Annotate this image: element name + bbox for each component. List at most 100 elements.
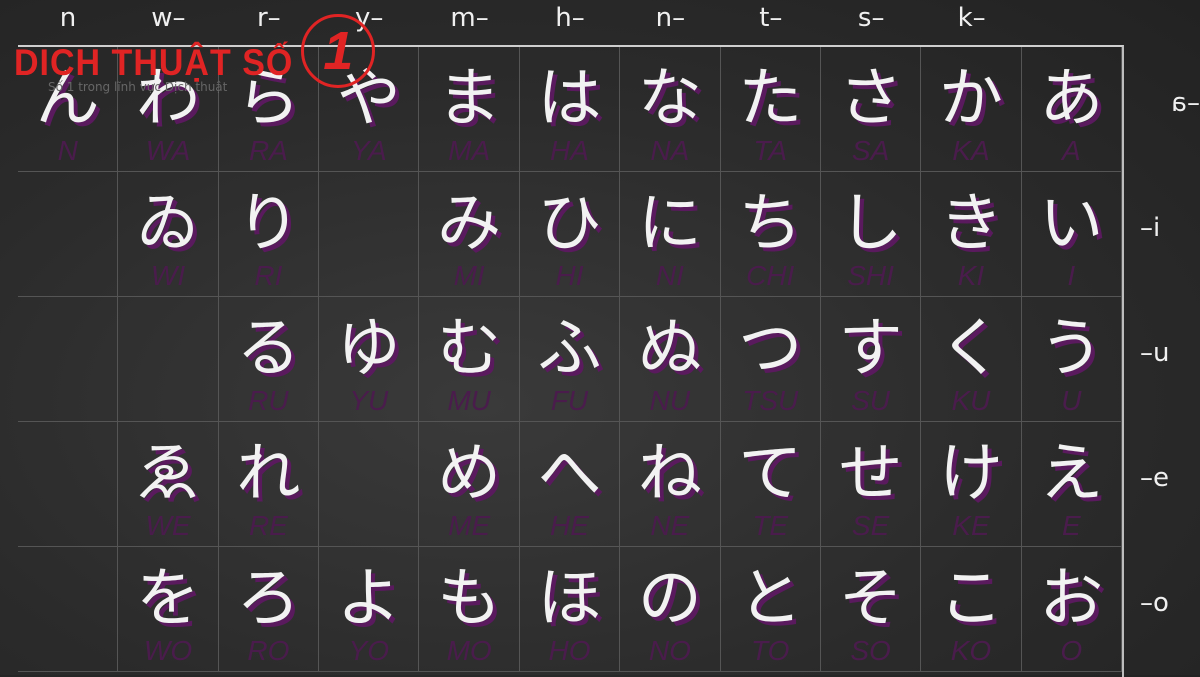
romaji-label: SHI: [847, 260, 894, 291]
column-header: n–: [655, 3, 686, 33]
kana-character: あ: [1039, 62, 1104, 136]
kana-character: を: [136, 562, 201, 636]
kana-cell: ゐ WI: [118, 172, 219, 297]
kana-character: よ: [336, 562, 401, 636]
kana-character: え: [1039, 437, 1104, 511]
romaji-label: CHI: [746, 260, 795, 291]
kana-cell: おO: [1021, 547, 1122, 672]
kana-cell: け KE: [921, 422, 1022, 547]
kana-cell: ろ RO: [218, 547, 320, 672]
romaji-label: NI: [655, 260, 684, 291]
kana-cell: り RI: [218, 172, 320, 297]
hiragana-table: ん N わ WA ら RA や YA ま MA は HA な NA た TA さ SA か KA あ A ゐ WI り RI み MI…: [18, 45, 1124, 677]
kana-cell: よ YO: [319, 547, 420, 672]
logo-number: 1: [301, 14, 376, 88]
kana-character: ゐ: [136, 187, 201, 261]
column-header: k–: [957, 3, 986, 33]
kana-cell: ゑ WE: [118, 422, 219, 547]
kana-character: そ: [838, 562, 903, 636]
romaji-label: WA: [145, 135, 191, 166]
kana-cell: を WO: [118, 547, 219, 672]
romaji-label: TSU: [742, 385, 799, 416]
romaji-label: MA: [448, 135, 491, 166]
kana-cell: さ SA: [820, 47, 922, 172]
romaji-label: KO: [950, 635, 992, 666]
romaji-label: I: [1067, 260, 1076, 291]
kana-character: ち: [738, 187, 803, 261]
romaji-label: KE: [952, 510, 990, 541]
romaji-label: RO: [247, 635, 290, 666]
romaji-label: HO: [548, 635, 591, 666]
romaji-label: WI: [150, 260, 186, 291]
kana-character: と: [738, 562, 803, 636]
kana-character: こ: [938, 562, 1003, 636]
kana-cell: [18, 422, 119, 547]
kana-cell: こ KO: [921, 547, 1022, 672]
kana-cell: し SHI: [820, 172, 922, 297]
kana-cell: は HA: [519, 47, 621, 172]
romaji-label: WE: [145, 510, 191, 541]
romaji-label: YA: [350, 135, 387, 166]
kana-character: お: [1039, 562, 1104, 636]
romaji-label: FU: [550, 385, 589, 416]
logo-text: DICH THUẬT SỐ: [14, 41, 294, 84]
kana-cell: に NI: [620, 172, 721, 297]
kana-character: め: [437, 437, 502, 511]
column-header: s–: [857, 3, 885, 33]
kana-cell: な NA: [620, 47, 721, 172]
column-header: [1022, 0, 1122, 36]
romaji-label: MI: [453, 260, 485, 291]
kana-cell: き KI: [921, 172, 1022, 297]
kana-character: ぬ: [637, 312, 702, 386]
row-header: –i: [1140, 213, 1161, 243]
kana-cell: れ RE: [218, 422, 320, 547]
kana-character: せ: [838, 437, 903, 511]
kana-cell: て TE: [720, 422, 821, 547]
romaji-label: YO: [348, 635, 389, 666]
romaji-label: KI: [957, 260, 985, 291]
romaji-label: U: [1061, 385, 1082, 416]
kana-character: し: [838, 187, 903, 261]
kana-cell: [18, 172, 119, 297]
kana-character: い: [1039, 187, 1104, 261]
kana-character: む: [437, 312, 502, 386]
kana-cell: [118, 297, 219, 422]
kana-character: る: [236, 312, 301, 386]
kana-cell: ふ FU: [519, 297, 621, 422]
kana-character: み: [437, 187, 502, 261]
romaji-label: KA: [952, 135, 990, 166]
kana-character: へ: [537, 437, 602, 511]
romaji-label: O: [1060, 635, 1083, 666]
row-header: –u: [1140, 338, 1170, 368]
kana-cell: [319, 172, 420, 297]
romaji-label: NO: [648, 635, 691, 666]
romaji-label: ME: [448, 510, 491, 541]
kana-character: り: [236, 187, 301, 261]
kana-character: ふ: [537, 312, 602, 386]
romaji-label: NE: [650, 510, 690, 541]
kana-cell: ゆ YU: [319, 297, 420, 422]
romaji-label: SA: [851, 135, 890, 166]
kana-cell: あA: [1021, 47, 1122, 172]
column-header: n: [59, 3, 77, 33]
kana-character: ま: [437, 62, 502, 136]
kana-cell: [18, 297, 119, 422]
kana-character: う: [1039, 312, 1104, 386]
kana-cell: つ TSU: [720, 297, 821, 422]
kana-character: ほ: [537, 562, 602, 636]
row-header: –o: [1140, 588, 1169, 618]
kana-cell: ほ HO: [519, 547, 621, 672]
kana-character: け: [938, 437, 1003, 511]
kana-character: き: [938, 187, 1003, 261]
kana-character: く: [938, 312, 1003, 386]
kana-cell: た TA: [720, 47, 821, 172]
romaji-label: RE: [248, 510, 288, 541]
kana-character: も: [437, 562, 502, 636]
romaji-label: TE: [752, 510, 789, 541]
kana-cell: も MO: [419, 547, 520, 672]
romaji-label: MU: [447, 385, 491, 416]
kana-cell: [319, 422, 420, 547]
romaji-label: TA: [753, 135, 788, 166]
romaji-label: YU: [349, 385, 389, 416]
row-header: –e: [1140, 463, 1169, 493]
